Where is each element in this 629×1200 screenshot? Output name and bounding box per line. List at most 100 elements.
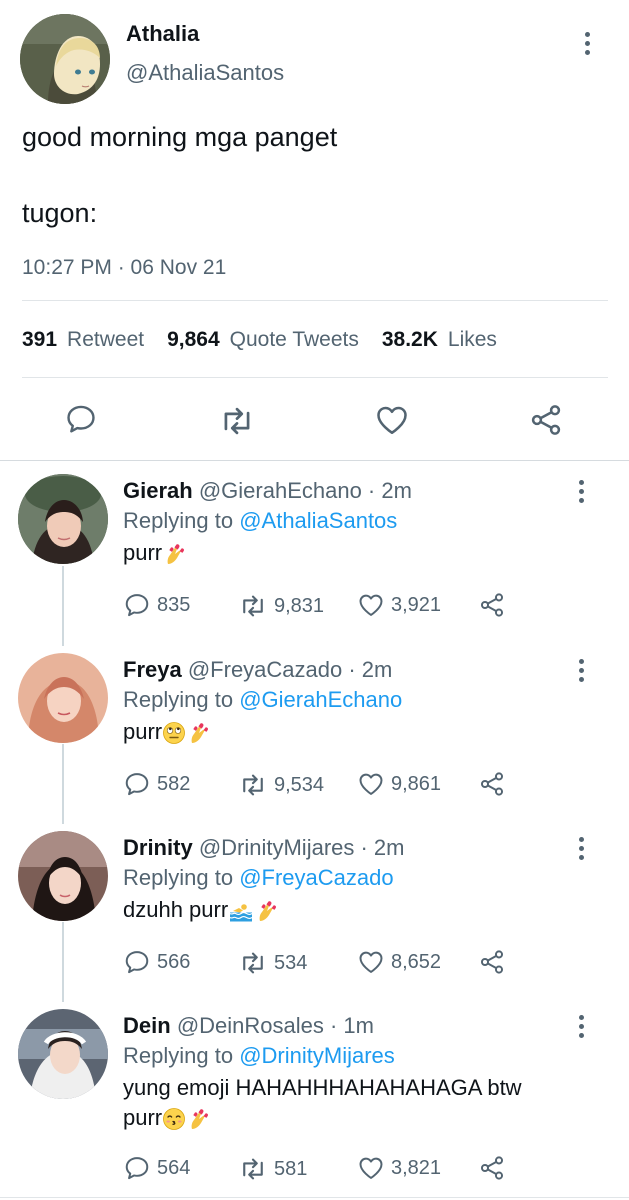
- reply-share-action[interactable]: [478, 770, 506, 798]
- share-icon[interactable]: [528, 402, 564, 438]
- reply-share-action[interactable]: [478, 1154, 506, 1182]
- comment-count: 582: [157, 772, 191, 795]
- reply-action-bar: 582 9,534 9,861: [123, 770, 523, 800]
- comment-count: 835: [157, 593, 191, 616]
- tweet-action-bar: [0, 402, 629, 442]
- reply-text: dzuhh purr: [123, 895, 603, 925]
- more-options-icon[interactable]: [579, 659, 585, 682]
- reply-comment-action[interactable]: 566: [123, 948, 190, 976]
- avatar[interactable]: [18, 474, 108, 564]
- reply-share-action[interactable]: [478, 591, 506, 619]
- share-icon[interactable]: [478, 591, 506, 619]
- retweet-icon[interactable]: [218, 402, 256, 440]
- reply-header: Dein @DeinRosales · 1m: [123, 1013, 374, 1039]
- nail-polish-icon: [162, 542, 186, 566]
- avatar[interactable]: [18, 653, 108, 743]
- mention-link[interactable]: @AthaliaSantos: [239, 508, 397, 533]
- avatar[interactable]: [18, 1009, 108, 1099]
- mention-link[interactable]: @FreyaCazado: [239, 865, 393, 890]
- reply-tweet[interactable]: Gierah @GierahEchano · 2m Replying to @A…: [0, 462, 629, 640]
- replying-to: Replying to @GierahEchano: [123, 687, 402, 713]
- reply-text-body: purr: [123, 540, 163, 565]
- reply-tweet[interactable]: Drinity @DrinityMijares · 2m Replying to…: [0, 819, 629, 997]
- reply-author-name[interactable]: Gierah: [123, 478, 193, 503]
- reply-author-name[interactable]: Dein: [123, 1013, 171, 1038]
- author-name[interactable]: Athalia: [126, 21, 199, 47]
- reply-author-handle[interactable]: @DrinityMijares · 2m: [199, 835, 405, 860]
- reply-action-bar: 566 534 8,652: [123, 948, 523, 978]
- reply-text-body: purr: [123, 1105, 163, 1130]
- more-options-icon[interactable]: [579, 480, 585, 503]
- reply-tweet[interactable]: Freya @FreyaCazado · 2m Replying to @Gie…: [0, 641, 629, 819]
- nail-polish-icon: [186, 1107, 210, 1131]
- like-count[interactable]: 38.2K: [382, 328, 438, 352]
- tweet-stats: 391 Retweet 9,864 Quote Tweets 38.2K Lik…: [22, 328, 520, 352]
- replying-prefix: Replying to: [123, 865, 234, 890]
- reply-like-action[interactable]: 3,821: [357, 1154, 441, 1182]
- author-handle[interactable]: @AthaliaSantos: [126, 60, 284, 86]
- reply-author-name[interactable]: Freya: [123, 657, 182, 682]
- reply-comment-action[interactable]: 564: [123, 1154, 190, 1182]
- retweet-label[interactable]: Retweet: [67, 328, 144, 352]
- nail-polish-icon: [254, 899, 278, 923]
- more-options-icon[interactable]: [585, 32, 591, 55]
- share-icon[interactable]: [478, 1154, 506, 1182]
- reply-header: Gierah @GierahEchano · 2m: [123, 478, 412, 504]
- avatar[interactable]: [18, 831, 108, 921]
- reply-like-action[interactable]: 8,652: [357, 948, 441, 976]
- reply-comment-action[interactable]: 582: [123, 770, 190, 798]
- like-count: 9,861: [391, 772, 442, 795]
- more-options-icon[interactable]: [579, 837, 585, 860]
- avatar[interactable]: [20, 14, 110, 104]
- comment-count: 566: [157, 950, 191, 973]
- replying-prefix: Replying to: [123, 1043, 234, 1068]
- like-label[interactable]: Likes: [448, 328, 497, 352]
- mention-link[interactable]: @DrinityMijares: [239, 1043, 395, 1068]
- replying-to: Replying to @DrinityMijares: [123, 1043, 395, 1069]
- reply-like-action[interactable]: 3,921: [357, 591, 441, 619]
- retweet-count[interactable]: 391: [22, 328, 57, 352]
- reply-retweet-action[interactable]: 581: [238, 1154, 307, 1184]
- like-count: 3,921: [391, 593, 442, 616]
- retweet-count: 534: [274, 951, 308, 974]
- reply-author-handle[interactable]: @GierahEchano · 2m: [199, 478, 412, 503]
- quote-count[interactable]: 9,864: [167, 328, 220, 352]
- reply-icon[interactable]: [64, 402, 98, 436]
- reply-text: purr: [123, 538, 603, 568]
- tweet-timestamp[interactable]: 10:27 PM · 06 Nov 21: [22, 256, 226, 280]
- reply-author-handle[interactable]: @FreyaCazado · 2m: [188, 657, 393, 682]
- retweet-count: 9,831: [274, 594, 325, 617]
- divider: [0, 1197, 629, 1198]
- reply-author-name[interactable]: Drinity: [123, 835, 193, 860]
- kissing-face-icon: [162, 1107, 186, 1131]
- replying-prefix: Replying to: [123, 687, 234, 712]
- reply-author-handle[interactable]: @DeinRosales · 1m: [177, 1013, 374, 1038]
- reply-text-body: purr: [123, 719, 163, 744]
- mention-link[interactable]: @GierahEchano: [239, 687, 402, 712]
- quote-label[interactable]: Quote Tweets: [230, 328, 359, 352]
- reply-retweet-action[interactable]: 9,534: [238, 770, 324, 800]
- swimmer-icon: [228, 899, 254, 923]
- reply-retweet-action[interactable]: 534: [238, 948, 307, 978]
- retweet-count: 581: [274, 1157, 308, 1180]
- reply-retweet-action[interactable]: 9,831: [238, 591, 324, 621]
- like-count: 3,821: [391, 1156, 442, 1179]
- reply-comment-action[interactable]: 835: [123, 591, 190, 619]
- replying-to: Replying to @AthaliaSantos: [123, 508, 397, 534]
- reply-share-action[interactable]: [478, 948, 506, 976]
- nail-polish-icon: [186, 721, 210, 745]
- eye-roll-face-icon: [162, 721, 186, 745]
- more-options-icon[interactable]: [579, 1015, 585, 1038]
- reply-text-body: dzuhh purr: [123, 897, 229, 922]
- reply-like-action[interactable]: 9,861: [357, 770, 441, 798]
- share-icon[interactable]: [478, 948, 506, 976]
- reply-header: Drinity @DrinityMijares · 2m: [123, 835, 405, 861]
- share-icon[interactable]: [478, 770, 506, 798]
- divider: [0, 460, 629, 461]
- divider: [22, 377, 608, 378]
- like-icon[interactable]: [374, 402, 410, 438]
- reply-tweet[interactable]: Dein @DeinRosales · 1m Replying to @Drin…: [0, 997, 629, 1197]
- reply-text: purr: [123, 717, 603, 747]
- divider: [22, 300, 608, 301]
- replying-prefix: Replying to: [123, 508, 234, 533]
